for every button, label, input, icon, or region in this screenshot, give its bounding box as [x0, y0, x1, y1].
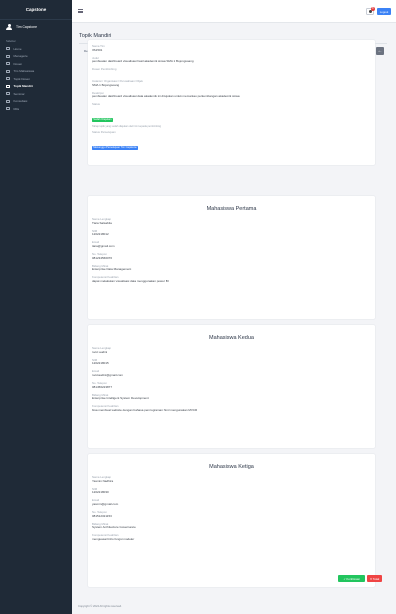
- sidebar-item-label: Rilis: [13, 106, 20, 111]
- field-value: rocciaudini@gmail.com: [92, 372, 124, 377]
- field-value: 1202218015: [92, 361, 109, 366]
- page-title: Topik Mandiri: [79, 33, 112, 39]
- sidebar-item-label: Konsultasi: [13, 99, 28, 104]
- field-value: [92, 72, 369, 76]
- sidebar: Capstone Tim Capstone Sidebar Home Menag…: [0, 0, 72, 614]
- member-heading: Mahasiswa Pertama: [206, 206, 257, 212]
- topic-fields: Nama Tim IIS1501 Judul pembuatan dashboa…: [92, 44, 369, 153]
- sidebar-item-label: Home: [13, 46, 22, 51]
- topic-detail-card: Nama Tim IIS1501 Judul pembuatan dashboa…: [88, 40, 375, 165]
- field-value: 081456223877: [92, 384, 113, 389]
- field-value: Enterprise Intelligent System Developmen…: [92, 396, 149, 401]
- field-value: pembuatan dashboard visualisasi data aka…: [92, 94, 240, 99]
- member-heading: Mahasiswa Ketiga: [209, 464, 254, 470]
- arrow-left-icon: ←: [377, 47, 383, 54]
- logout-button[interactable]: Logout: [377, 8, 391, 15]
- user-avatar-icon: [6, 23, 12, 31]
- sidebar-item-rilis[interactable]: Rilis: [0, 105, 72, 113]
- approve-button[interactable]: ✓ Konfirmasi: [338, 575, 365, 582]
- sidebar-item-menagerie[interactable]: Menagerie: [0, 53, 72, 61]
- member-fields: Nama Lengkap rocci audini NIM 1202218015…: [92, 346, 369, 417]
- brand-title: Capstone: [0, 0, 72, 20]
- users-icon: [6, 62, 10, 66]
- sidebar-item-label: Menagerie: [13, 54, 28, 59]
- sidebar-item-topik-dosen[interactable]: Topik Dosen: [0, 75, 72, 83]
- field-value: 1202218012: [92, 232, 109, 237]
- field-value: Yasmin Nadhira: [92, 478, 114, 483]
- sidebar-item-dosen[interactable]: Dosen: [0, 60, 72, 68]
- member-card-3: Mahasiswa Ketiga Nama Lengkap Yasmin Nad…: [88, 454, 375, 587]
- sidebar-item-label: Seminar: [13, 91, 25, 96]
- notification-count-badge: 8: [370, 6, 375, 11]
- field-value: menguasai bizio fungsi modeler: [92, 537, 135, 542]
- field-value: SMA 1 Bojongsoang: [92, 82, 120, 87]
- field-value: pembuatan dashboard visualisasi hasil ak…: [92, 59, 194, 64]
- member-heading: Mahasiswa Kedua: [209, 335, 254, 341]
- footer-copyright: Copyright © 2024 All rights reserved.: [78, 605, 122, 608]
- field-value: Enterprise Data Management: [92, 267, 132, 272]
- user-profile[interactable]: Tim Capstone: [0, 20, 72, 34]
- notification-button[interactable]: 8: [366, 6, 375, 15]
- sidebar-item-tim-mahasiswa[interactable]: Tim Mahasiswa: [0, 68, 72, 76]
- folder-icon: [6, 54, 10, 58]
- field-value: IIS1501: [92, 47, 103, 52]
- field-value: System Architecture Governance: [92, 525, 136, 530]
- sidebar-item-label: Dosen: [13, 61, 23, 66]
- field-value: yasmin@gmail.com: [92, 501, 119, 506]
- chat-icon: [6, 77, 10, 81]
- sidebar-item-topik-mandiri[interactable]: Topik Mandiri: [0, 83, 72, 91]
- back-button[interactable]: ←: [376, 46, 384, 55]
- field-value: tiara@gmail.com: [92, 243, 115, 248]
- sidebar-item-konsultasi[interactable]: Konsultasi: [0, 98, 72, 106]
- field-value: Tiara Salsabila: [92, 220, 112, 225]
- field-value: 081512321153: [92, 513, 112, 518]
- field-value: dapat melakukan visualisasi data menggun…: [92, 279, 169, 284]
- sidebar-item-label: Tim Mahasiswa: [13, 69, 35, 74]
- member-card-1: Mahasiswa Pertama Nama Lengkap Tiara Sal…: [88, 196, 375, 319]
- home-icon: [6, 47, 10, 51]
- sidebar-item-home[interactable]: Home: [0, 45, 72, 53]
- sidebar-item-seminar[interactable]: Seminar: [0, 90, 72, 98]
- menu-toggle-icon[interactable]: [78, 9, 83, 13]
- member-fields: Nama Lengkap Yasmin Nadhira NIM 12022180…: [92, 475, 369, 546]
- field-value: rocci audini: [92, 349, 108, 354]
- sidebar-item-label: Topik Mandiri: [13, 84, 33, 89]
- sidebar-item-label: Topik Dosen: [13, 76, 31, 81]
- sidebar-section-label: Sidebar: [6, 39, 16, 43]
- reject-button[interactable]: ✕ Tolak: [367, 575, 382, 582]
- status-hint: Tahap topik yang sudah diajukan oleh tim…: [92, 125, 162, 129]
- member-card-2: Mahasiswa Kedua Nama Lengkap rocci audin…: [88, 325, 375, 448]
- user-name: Tim Capstone: [16, 25, 37, 29]
- calendar-icon: [6, 92, 10, 96]
- member-fields: Nama Lengkap Tiara Salsabila NIM 1202218…: [92, 217, 369, 288]
- bookmark-icon: [6, 107, 10, 111]
- field-value: 081234566076: [92, 255, 113, 260]
- chat-icon: [6, 84, 10, 88]
- status-badge: Sudah Diajukan: [92, 118, 113, 122]
- comment-icon: [6, 99, 10, 103]
- field-value: 1202218030: [92, 490, 109, 495]
- field-value: bisa membuat website dengan bahasa pemro…: [92, 408, 198, 413]
- topbar: 8 Logout: [72, 0, 396, 23]
- approval-badge: Menunggu Persetujuan Tim Capstone: [92, 146, 138, 150]
- group-icon: [6, 69, 10, 73]
